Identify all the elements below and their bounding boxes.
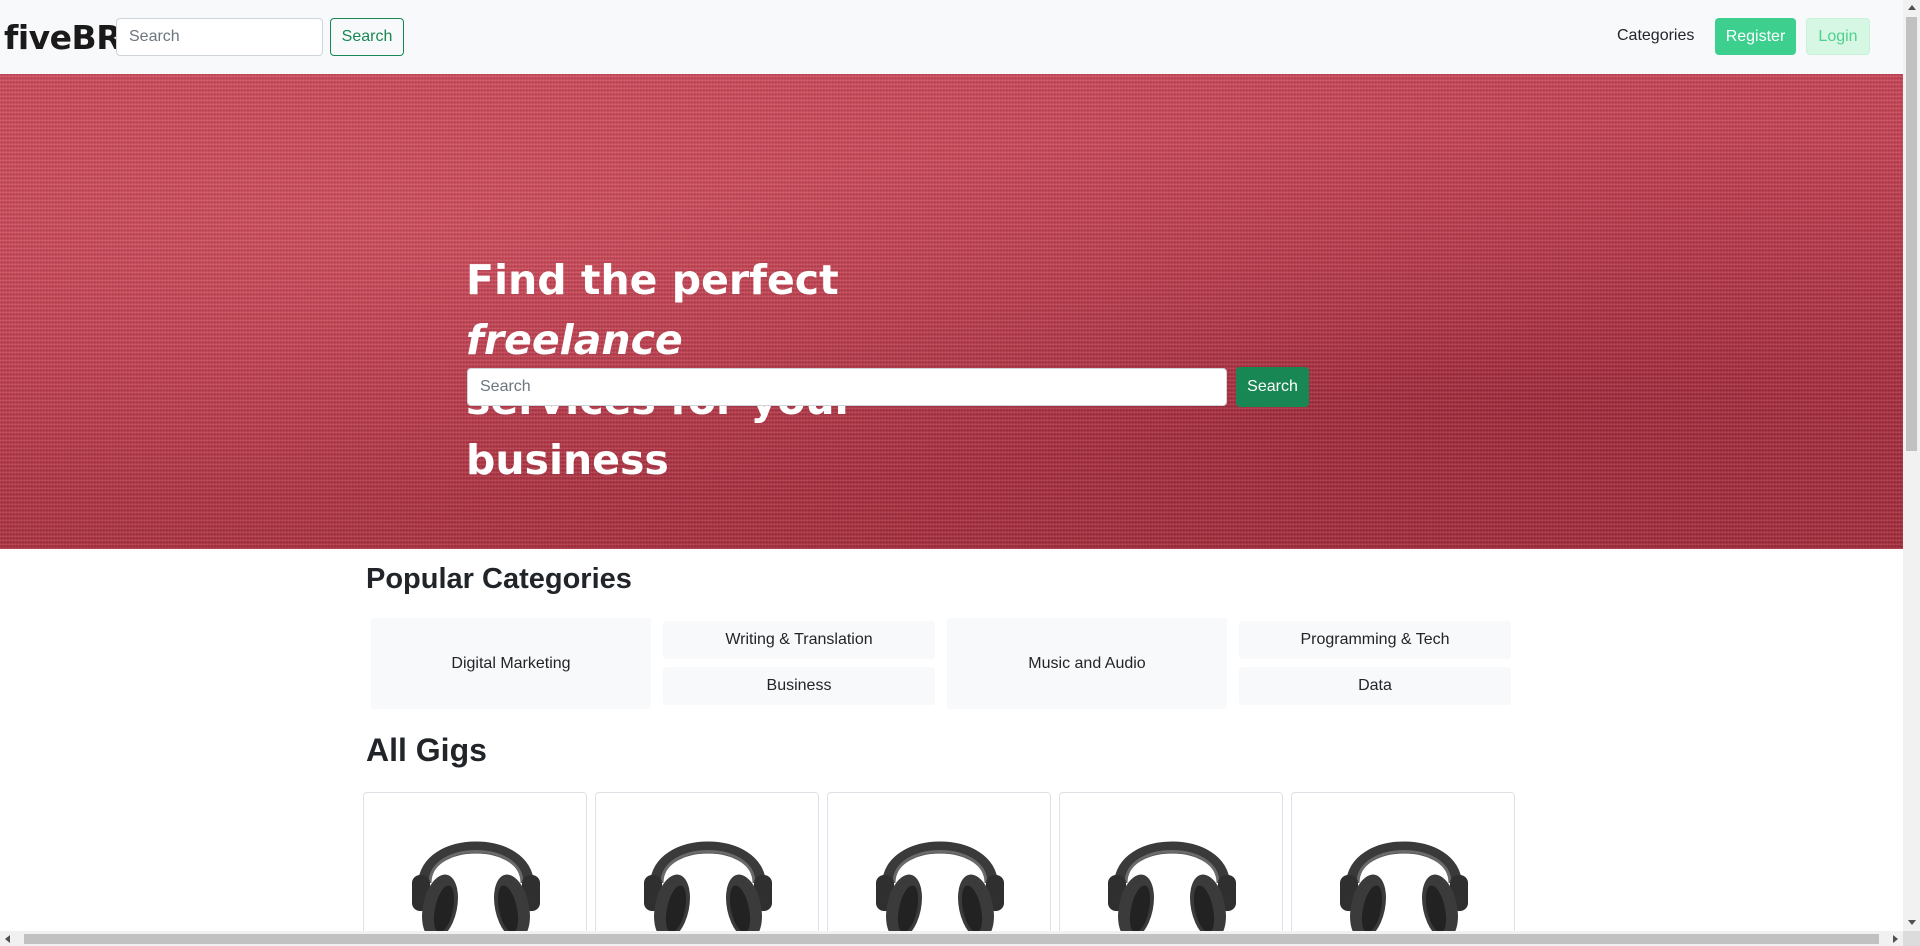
popular-categories-title: Popular Categories bbox=[366, 563, 632, 595]
gig-card[interactable] bbox=[363, 792, 587, 931]
gig-card[interactable] bbox=[595, 792, 819, 931]
category-label: Writing & Translation bbox=[725, 631, 873, 648]
hero-title-part1: Find the perfect bbox=[466, 256, 839, 304]
headphones-icon bbox=[412, 841, 540, 931]
headphones-icon bbox=[876, 841, 1004, 931]
category-label: Data bbox=[1358, 677, 1392, 694]
navbar: fiveBR Search Categories Register Login bbox=[0, 0, 1903, 74]
headphones-icon bbox=[1108, 841, 1236, 931]
categories-link[interactable]: Categories bbox=[1617, 27, 1694, 45]
hero-title-emphasis: freelance bbox=[466, 316, 683, 364]
horizontal-scrollbar[interactable] bbox=[0, 931, 1903, 946]
category-label: Music and Audio bbox=[1028, 654, 1146, 672]
scroll-left-arrow-icon[interactable] bbox=[5, 935, 10, 943]
page: fiveBR Search Categories Register Login … bbox=[0, 0, 1920, 946]
headphones-icon bbox=[644, 841, 772, 931]
vertical-scrollbar[interactable] bbox=[1903, 0, 1920, 931]
all-gigs-title: All Gigs bbox=[366, 732, 487, 768]
hero-search-button[interactable]: Search bbox=[1236, 367, 1309, 407]
scroll-up-arrow-icon[interactable] bbox=[1908, 5, 1916, 10]
navbar-search-input[interactable] bbox=[116, 18, 323, 56]
gig-card[interactable] bbox=[827, 792, 1051, 931]
gig-card[interactable] bbox=[1291, 792, 1515, 931]
scroll-down-arrow-icon[interactable] bbox=[1908, 920, 1916, 925]
horizontal-scroll-thumb[interactable] bbox=[24, 934, 1879, 944]
category-programming-tech[interactable]: Programming & Tech bbox=[1239, 621, 1511, 659]
category-business[interactable]: Business bbox=[663, 667, 935, 705]
category-data[interactable]: Data bbox=[1239, 667, 1511, 705]
scroll-right-arrow-icon[interactable] bbox=[1893, 935, 1898, 943]
category-music-audio[interactable]: Music and Audio bbox=[947, 618, 1227, 709]
category-writing-translation[interactable]: Writing & Translation bbox=[663, 621, 935, 659]
category-digital-marketing[interactable]: Digital Marketing bbox=[371, 618, 651, 709]
gig-card[interactable] bbox=[1059, 792, 1283, 931]
viewport: fiveBR Search Categories Register Login … bbox=[0, 0, 1903, 931]
hero-banner: Find the perfect freelanceservices for y… bbox=[0, 74, 1903, 549]
navbar-search-button[interactable]: Search bbox=[330, 18, 404, 56]
headphones-icon bbox=[1340, 841, 1468, 931]
category-label: Digital Marketing bbox=[451, 654, 571, 672]
vertical-scroll-thumb[interactable] bbox=[1906, 17, 1917, 451]
hero-search-input[interactable] bbox=[467, 368, 1227, 406]
scrollbar-corner bbox=[1903, 931, 1920, 946]
login-button[interactable]: Login bbox=[1806, 18, 1870, 55]
register-button[interactable]: Register bbox=[1715, 18, 1796, 55]
category-label: Programming & Tech bbox=[1300, 631, 1450, 648]
category-label: Business bbox=[766, 677, 832, 694]
brand-logo[interactable]: fiveBR bbox=[4, 18, 122, 57]
